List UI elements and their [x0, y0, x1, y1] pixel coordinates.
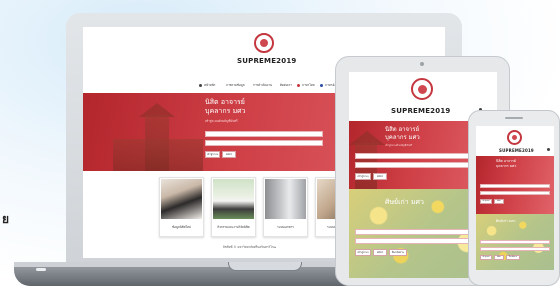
site-brand-title: SUPREME2019	[499, 148, 534, 153]
footer-copyright: ลิขสิทธิ์ © มหาวิทยาลัยศรีนครินทรวิโรฒ	[223, 245, 277, 249]
hero-title-line2: บุคลากร มศว	[205, 107, 246, 115]
graduates-photo	[213, 179, 254, 219]
alumni-forgot-button[interactable]: ลืมรหัสผ่าน	[506, 255, 520, 260]
hero-title-line2: บุคลากร มศว	[385, 134, 420, 141]
alumni-register-button[interactable]: สมัคร	[373, 249, 387, 256]
alumni-banner: ศิษย์เก่า มศว เข้าสู่ระบบ สมัคร ลืมรหัสผ…	[476, 214, 554, 270]
site-brand-title: SUPREME2019	[391, 107, 451, 115]
nav-contact[interactable]: ติดต่อเรา	[280, 83, 292, 88]
site-logo-icon[interactable]	[254, 33, 274, 53]
register-button[interactable]: สมัคร	[494, 199, 504, 204]
card-label: กิจกรรมและงานวิจัยนิสิต	[217, 225, 250, 229]
card-label: ระบบเอกสาร	[277, 225, 294, 229]
site-brand-title: SUPREME2019	[237, 57, 297, 65]
password-input[interactable]	[480, 191, 550, 195]
card-activities[interactable]: กิจกรรมและงานวิจัยนิสิต	[211, 177, 256, 237]
flag-th-icon	[297, 84, 300, 87]
menu-dots-icon[interactable]	[547, 148, 550, 151]
card-label: ข้อมูลนิสิตใหม่	[172, 225, 191, 229]
building-wing-graphic	[113, 139, 203, 171]
hero-title-line1: นิสิต อาจารย์	[385, 126, 420, 133]
alumni-title: ศิษย์เก่า มศว	[496, 219, 516, 223]
nav-home[interactable]: หน้าหลัก	[204, 83, 215, 88]
hero-title-line2: บุคลากร มศว	[496, 164, 517, 168]
register-button[interactable]: สมัคร	[373, 173, 387, 180]
nav-operations[interactable]: การดำเนินงาน	[253, 83, 272, 88]
phone-speaker-icon	[505, 117, 523, 119]
site-logo-icon[interactable]	[507, 130, 522, 145]
register-button[interactable]: สมัคร	[222, 151, 236, 158]
alumni-login-button[interactable]: เข้าสู่ระบบ	[355, 249, 371, 256]
nav-lang-th[interactable]: ภาษาไทย	[302, 83, 315, 88]
card-new-students[interactable]: ข้อมูลนิสิตใหม่	[159, 177, 204, 237]
alumni-forgot-button[interactable]: ลืมรหัสผ่าน	[389, 249, 407, 256]
home-icon	[199, 84, 202, 87]
phone-screen: SUPREME2019 นิสิต อาจารย์ บุคลากร มศว เข…	[476, 126, 554, 270]
alumni-register-button[interactable]: สมัคร	[494, 255, 504, 260]
hero-subtitle: เข้าสู่ระบบด้วยบัญชีบัวศรี	[205, 119, 238, 123]
laptop-port	[36, 268, 46, 271]
flag-en-icon	[320, 84, 323, 87]
site-logo-icon[interactable]	[411, 78, 433, 100]
card-documents[interactable]: ระบบเอกสาร	[263, 177, 308, 237]
laptop-opening-notch	[228, 262, 302, 271]
login-button[interactable]: เข้าสู่ระบบ	[480, 199, 492, 204]
password-input[interactable]	[205, 140, 323, 146]
alumni-password-input[interactable]	[480, 247, 550, 251]
login-button[interactable]: เข้าสู่ระบบ	[355, 173, 371, 180]
alumni-username-input[interactable]	[480, 240, 550, 244]
nav-overview[interactable]: ภาพรวมข้อมูล	[226, 83, 245, 88]
students-photo	[161, 179, 202, 219]
door-photo	[265, 179, 306, 219]
hero-title-line1: นิสิต อาจารย์	[205, 98, 245, 106]
hero-subtitle: เข้าสู่ระบบด้วยบัญชีบัวศรี	[385, 144, 413, 147]
tablet-camera-icon	[420, 62, 424, 66]
username-input[interactable]	[480, 184, 550, 188]
alumni-login-button[interactable]: เข้าสู่ระบบ	[480, 255, 492, 260]
login-button[interactable]: เข้าสู่ระบบ	[205, 151, 220, 158]
hero-banner: นิสิต อาจารย์ บุคลากร มศว เข้าสู่ระบบ สม…	[476, 156, 554, 214]
alumni-title: ศิษย์เก่า มศว	[385, 198, 424, 206]
username-input[interactable]	[205, 131, 323, 137]
cropped-heading-text: ย	[2, 212, 10, 226]
